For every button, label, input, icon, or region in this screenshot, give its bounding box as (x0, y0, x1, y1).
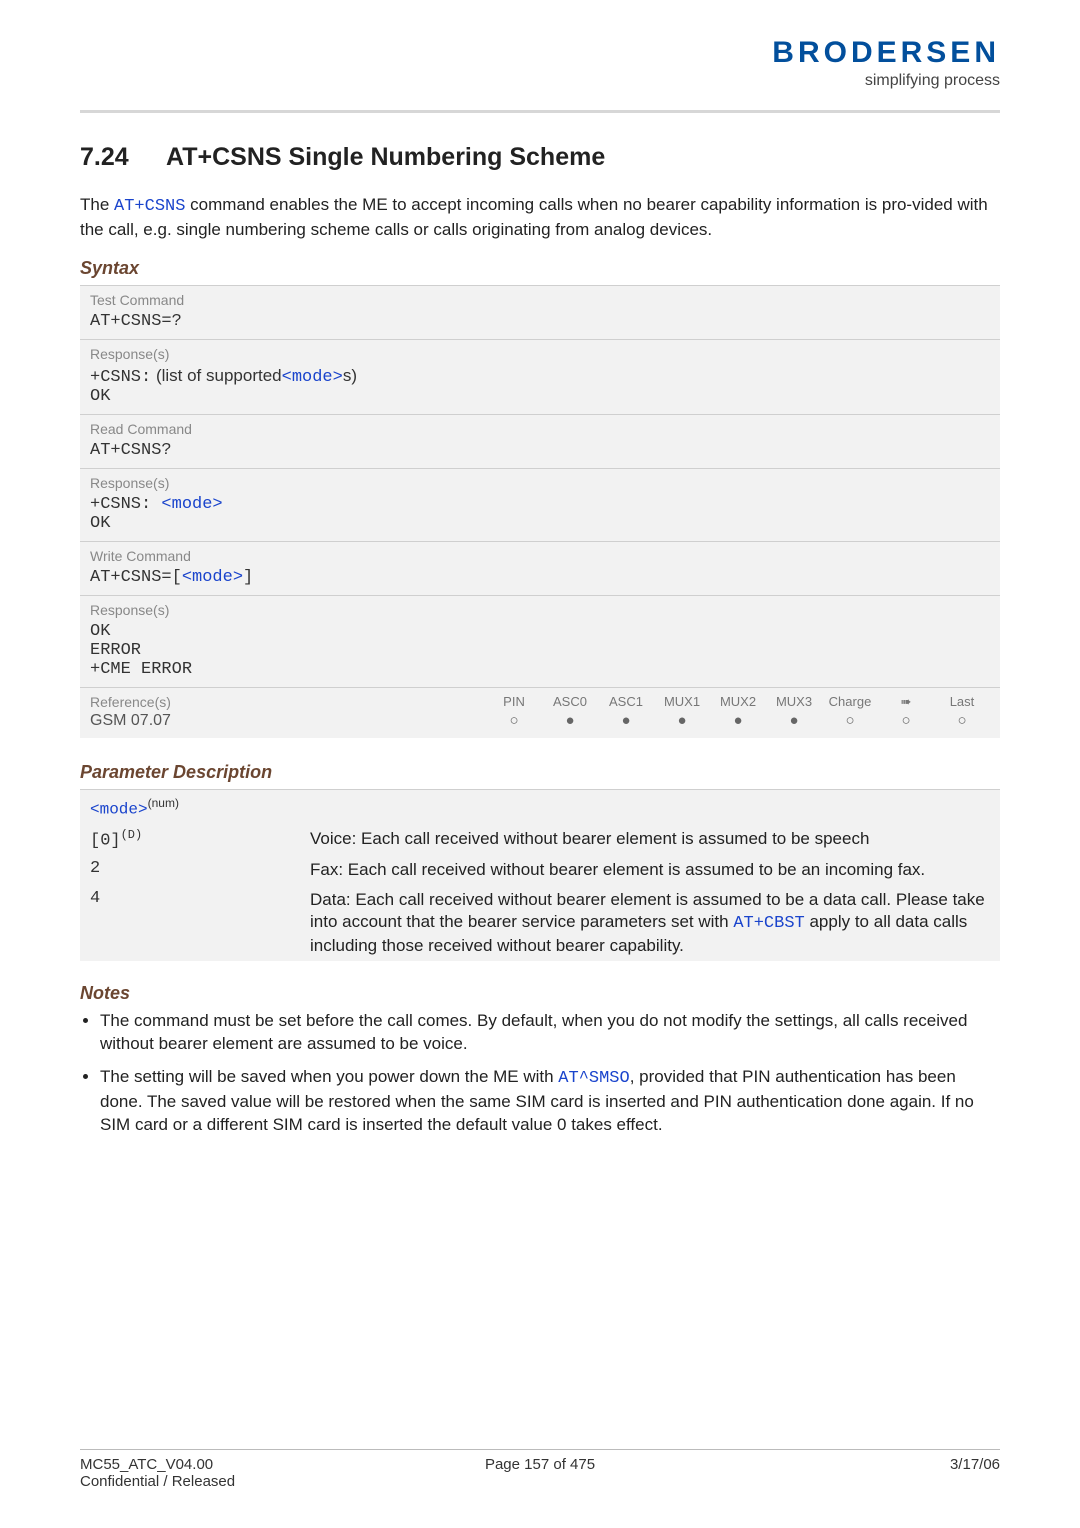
read-label: Read Command (90, 421, 990, 437)
param-key-2: 2 (90, 859, 310, 881)
dot-last: ○ (934, 712, 990, 729)
cbst-link[interactable]: AT+CBST (733, 914, 804, 933)
col-last: Last (934, 694, 990, 710)
section-heading: 7.24 AT+CSNS Single Numbering Scheme (80, 143, 1000, 172)
param-row-2: 2 Fax: Each call received without bearer… (80, 855, 1000, 885)
param-head-sup: (num) (148, 796, 179, 810)
param-key-4: 4 (90, 889, 310, 957)
note-2: The setting will be saved when you power… (100, 1066, 1000, 1137)
test-cmd: AT+CSNS=? (90, 312, 990, 331)
ok-2: OK (90, 514, 990, 533)
footer-doc: MC55_ATC_V04.00 (80, 1456, 387, 1473)
intro-text-b: command enables the ME to accept incomin… (80, 195, 988, 239)
col-pin: PIN (486, 694, 542, 710)
section-title: AT+CSNS Single Numbering Scheme (166, 143, 605, 171)
test-resp-end: s) (343, 366, 357, 385)
note-2a: The setting will be saved when you power… (100, 1067, 558, 1086)
col-mux1: MUX1 (654, 694, 710, 710)
param-key-0: [0](D) (90, 828, 310, 851)
reference-dots: ○ ● ● ● ● ● ○ ○ ○ (486, 712, 990, 729)
resp-label-3: Response(s) (90, 602, 990, 618)
read-resp: +CSNS: <mode> (90, 495, 990, 514)
section-number: 7.24 (80, 143, 160, 172)
param-val-4: Data: Each call received without bearer … (310, 889, 990, 957)
write-cmd-br2: ] (243, 568, 253, 587)
footer: MC55_ATC_V04.00 Page 157 of 475 3/17/06 … (80, 1441, 1000, 1490)
footer-rule (80, 1449, 1000, 1450)
test-resp-mid: (list of supported (151, 366, 281, 385)
intro-paragraph: The AT+CSNS command enables the ME to ac… (80, 194, 1000, 242)
test-response-block: Response(s) +CSNS: (list of supported<mo… (80, 339, 1000, 414)
brand-tagline: simplifying process (772, 72, 1000, 90)
dot-mux2: ● (710, 712, 766, 729)
param-val-0: Voice: Each call received without bearer… (310, 828, 990, 851)
param-header: <mode>(num) (80, 790, 1000, 824)
param-head-mode[interactable]: <mode> (90, 800, 148, 818)
write-command-block: Write Command AT+CSNS=[<mode>] (80, 541, 1000, 595)
dot-charge: ○ (822, 712, 878, 729)
footer-row-2: Confidential / Released (80, 1473, 1000, 1490)
footer-date: 3/17/06 (693, 1456, 1000, 1473)
col-mux2: MUX2 (710, 694, 766, 710)
reference-header-row: Reference(s) PIN ASC0 ASC1 MUX1 MUX2 MUX… (90, 694, 990, 710)
write-cmd-a: AT+CSNS= (90, 568, 172, 587)
param-row-4: 4 Data: Each call received without beare… (80, 885, 1000, 961)
col-mux3: MUX3 (766, 694, 822, 710)
dot-pin: ○ (486, 712, 542, 729)
header-rule (80, 110, 1000, 113)
param-val-2: Fax: Each call received without bearer e… (310, 859, 990, 881)
reference-value-row: GSM 07.07 ○ ● ● ● ● ● ○ ○ ○ (90, 710, 990, 730)
cme-error: +CME ERROR (90, 660, 990, 679)
smso-link[interactable]: AT^SMSO (558, 1069, 629, 1088)
resp-label-1: Response(s) (90, 346, 990, 362)
dot-mux1: ● (654, 712, 710, 729)
col-asc0: ASC0 (542, 694, 598, 710)
resp-label-2: Response(s) (90, 475, 990, 491)
mode-param-3[interactable]: <mode> (182, 568, 243, 587)
col-charge: Charge (822, 694, 878, 710)
read-cmd: AT+CSNS? (90, 441, 990, 460)
ok-3: OK (90, 622, 990, 641)
param-row-0: [0](D) Voice: Each call received without… (80, 824, 1000, 855)
reference-value: GSM 07.07 (90, 712, 486, 730)
notes-heading: Notes (80, 983, 1000, 1004)
col-arrow-icon: ➠ (878, 694, 934, 710)
dot-asc0: ● (542, 712, 598, 729)
read-resp-prefix: +CSNS: (90, 495, 161, 514)
notes-block: The command must be set before the call … (80, 1010, 1000, 1137)
write-label: Write Command (90, 548, 990, 564)
dot-arrow: ○ (878, 712, 934, 729)
footer-row-1: MC55_ATC_V04.00 Page 157 of 475 3/17/06 (80, 1456, 1000, 1473)
test-resp: +CSNS: (list of supported<mode>s) (90, 366, 990, 387)
write-cmd-br1: [ (172, 568, 182, 587)
mode-param-2[interactable]: <mode> (161, 495, 222, 514)
page: BRODERSEN simplifying process 7.24 AT+CS… (0, 0, 1080, 1528)
test-command-block: Test Command AT+CSNS=? (80, 285, 1000, 339)
cmd-link[interactable]: AT+CSNS (114, 197, 185, 216)
note-1: The command must be set before the call … (100, 1010, 1000, 1056)
test-resp-prefix: +CSNS: (90, 368, 151, 387)
ok-1: OK (90, 387, 990, 406)
footer-conf: Confidential / Released (80, 1473, 387, 1490)
intro-text-a: The (80, 195, 114, 214)
param-table: <mode>(num) [0](D) Voice: Each call rece… (80, 789, 1000, 961)
dot-mux3: ● (766, 712, 822, 729)
brand-logo: BRODERSEN (772, 36, 1000, 70)
dot-asc1: ● (598, 712, 654, 729)
brand-block: BRODERSEN simplifying process (772, 36, 1000, 90)
col-asc1: ASC1 (598, 694, 654, 710)
syntax-heading: Syntax (80, 258, 1000, 279)
footer-page: Page 157 of 475 (387, 1456, 694, 1473)
read-response-block: Response(s) +CSNS: <mode> OK (80, 468, 1000, 541)
reference-label: Reference(s) (90, 694, 486, 710)
param-heading: Parameter Description (80, 762, 1000, 783)
test-label: Test Command (90, 292, 990, 308)
write-response-block: Response(s) OK ERROR +CME ERROR (80, 595, 1000, 687)
error: ERROR (90, 641, 990, 660)
mode-param-1[interactable]: <mode> (282, 368, 343, 387)
reference-cols: PIN ASC0 ASC1 MUX1 MUX2 MUX3 Charge ➠ La… (486, 694, 990, 710)
read-command-block: Read Command AT+CSNS? (80, 414, 1000, 468)
reference-block: Reference(s) PIN ASC0 ASC1 MUX1 MUX2 MUX… (80, 687, 1000, 738)
write-cmd: AT+CSNS=[<mode>] (90, 568, 990, 587)
